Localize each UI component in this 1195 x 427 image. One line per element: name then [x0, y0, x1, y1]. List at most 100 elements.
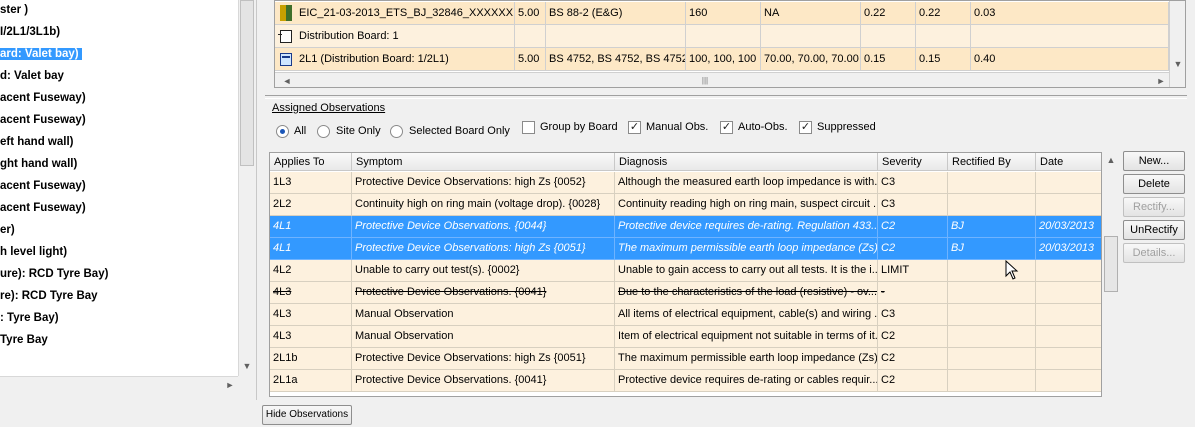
tree-item[interactable]: er) — [0, 221, 15, 239]
suppressed-label[interactable]: Suppressed — [817, 121, 876, 133]
group-by-board-label[interactable]: Group by Board — [540, 121, 618, 133]
observation-row[interactable]: 4L3 Manual Observation All items of electr… — [270, 304, 1101, 326]
manual-obs-label[interactable]: Manual Obs. — [646, 121, 708, 133]
observation-applies-cell: 4L1 — [270, 238, 352, 260]
scroll-down-arrow-icon[interactable]: ▼ — [239, 358, 255, 374]
column-header-diagnosis[interactable]: Diagnosis — [615, 153, 878, 171]
observation-symptom-cell: Protective Device Observations: high Zs … — [352, 348, 615, 370]
observation-applies-cell: 2L2 — [270, 194, 352, 216]
tree-item[interactable]: ght hand wall) — [0, 155, 77, 173]
column-header-severity[interactable]: Severity — [878, 153, 948, 171]
tree-item[interactable]: d: Valet bay — [0, 67, 64, 85]
tree-horizontal-scrollbar[interactable]: ► — [0, 376, 238, 393]
panel-splitter[interactable] — [256, 0, 264, 400]
circuit-value-cell: 5.00 — [515, 2, 546, 24]
tree-vertical-scrollbar[interactable]: ▼ — [238, 0, 255, 376]
circuit-tree[interactable]: ster ) I/2L1/3L1b) ard: Valet bay) d: Valet… — [0, 0, 238, 376]
circuit-value-cell: BS 4752, BS 4752, BS 4752 — [546, 48, 686, 70]
scroll-right-arrow-icon[interactable]: ► — [222, 377, 238, 393]
scroll-up-arrow-icon[interactable]: ▲ — [1103, 152, 1119, 168]
observation-row[interactable]: 2L1b Protective Device Observations: high… — [270, 348, 1101, 370]
observations-scroll-thumb[interactable] — [1104, 236, 1118, 292]
column-header-date[interactable]: Date — [1036, 153, 1101, 171]
filter-all-label[interactable]: All — [294, 125, 306, 137]
group-by-board-checkbox[interactable] — [522, 121, 535, 134]
scroll-left-arrow-icon[interactable]: ◄ — [279, 73, 295, 87]
auto-obs-label[interactable]: Auto-Obs. — [738, 121, 788, 133]
observation-severity-cell: C3 — [878, 304, 948, 326]
delete-observation-button[interactable]: Delete — [1123, 174, 1185, 194]
observation-date-cell: 20/03/2013 — [1036, 216, 1101, 238]
observation-date-cell — [1036, 326, 1101, 348]
details-button[interactable]: Details... — [1123, 243, 1185, 263]
observation-symptom-cell: Continuity high on ring main (voltage dr… — [352, 194, 615, 216]
tree-item[interactable]: ure): RCD Tyre Bay) — [0, 265, 108, 283]
tree-item-label: d: Valet bay — [0, 70, 64, 82]
tree-item[interactable]: acent Fuseway) — [0, 111, 86, 129]
observation-row[interactable]: 4L3 Protective Device Observations. {0041… — [270, 282, 1101, 304]
tree-item[interactable]: Tyre Bay — [0, 331, 48, 349]
observation-severity-cell: C2 — [878, 370, 948, 392]
grip-icon[interactable]: ||| — [695, 76, 715, 85]
column-header-symptom[interactable]: Symptom — [352, 153, 615, 171]
auto-obs-checkbox[interactable]: ✓ — [720, 121, 733, 134]
tree-item[interactable]: acent Fuseway) — [0, 177, 86, 195]
observations-vertical-scrollbar[interactable]: ▲ — [1103, 152, 1120, 397]
filter-site-only-radio[interactable] — [317, 125, 330, 138]
new-observation-button[interactable]: New... — [1123, 151, 1185, 171]
observation-applies-cell: 4L3 — [270, 282, 352, 304]
observation-severity-cell: - — [878, 282, 948, 304]
rectify-button[interactable]: Rectify... — [1123, 197, 1185, 217]
observation-row[interactable]: 4L1 Protective Device Observations. {0044… — [270, 216, 1101, 238]
tree-item[interactable]: I/2L1/3L1b) — [0, 23, 60, 41]
tree-item[interactable]: h level light) — [0, 243, 67, 261]
column-header-rectified-by[interactable]: Rectified By — [948, 153, 1036, 171]
tree-item-label: ure): RCD Tyre Bay) — [0, 268, 109, 280]
tree-item[interactable]: acent Fuseway) — [0, 89, 86, 107]
circuit-row[interactable]: Distribution Board: 1 — [275, 25, 1169, 48]
unrectify-button[interactable]: UnRectify — [1123, 220, 1185, 240]
circuit-value-cell — [686, 25, 761, 47]
suppressed-checkbox[interactable]: ✓ — [799, 121, 812, 134]
observation-row[interactable]: 2L2 Continuity high on ring main (voltage… — [270, 194, 1101, 216]
observation-date-cell — [1036, 304, 1101, 326]
observations-grid[interactable]: Applies To Symptom Diagnosis Severity Re… — [269, 152, 1102, 397]
circuit-value-cell — [971, 25, 1169, 47]
circuit-row[interactable]: 2L1 (Distribution Board: 1/2L1) 5.00 BS 47… — [275, 48, 1169, 71]
manual-obs-checkbox[interactable]: ✓ — [628, 121, 641, 134]
tree-item-label: er) — [0, 224, 15, 236]
tree-item[interactable]: eft hand wall) — [0, 133, 73, 151]
observation-row[interactable]: 4L2 Unable to carry out test(s). {0002} Un… — [270, 260, 1101, 282]
filter-site-only-label[interactable]: Site Only — [336, 125, 381, 137]
filter-selected-board-radio[interactable] — [390, 125, 403, 138]
observation-rectified-cell: BJ — [948, 238, 1036, 260]
tree-item[interactable]: ster ) — [0, 1, 28, 19]
scroll-down-arrow-icon[interactable]: ▼ — [1170, 56, 1185, 72]
observation-rectified-cell — [948, 326, 1036, 348]
grid-horizontal-scrollbar[interactable]: ◄ ||| ► — [275, 72, 1169, 87]
hide-observations-button[interactable]: Hide Observations — [262, 405, 352, 425]
observation-symptom-cell: Manual Observation — [352, 326, 615, 348]
column-header-applies-to[interactable]: Applies To — [270, 153, 352, 171]
tree-item-label: Tyre Bay — [0, 334, 48, 346]
filter-selected-board-label[interactable]: Selected Board Only — [409, 125, 510, 137]
observation-row[interactable]: 2L1a Protective Device Observations. {004… — [270, 370, 1101, 392]
horizontal-divider — [265, 95, 1187, 99]
observation-row[interactable]: 1L3 Protective Device Observations: high … — [270, 172, 1101, 194]
observation-row[interactable]: 4L3 Manual Observation Item of electrical … — [270, 326, 1101, 348]
observation-diagnosis-cell: Protective device requires de-rating. Re… — [615, 216, 878, 238]
observation-row[interactable]: 4L1 Protective Device Observations: high … — [270, 238, 1101, 260]
circuit-value-cell: 0.15 — [861, 48, 916, 70]
circuit-grid[interactable]: EIC_21-03-2013_ETS_BJ_32846_XXXXXX 5.00 BS… — [274, 0, 1186, 88]
grid-vertical-scrollbar[interactable]: ▼ — [1169, 1, 1185, 87]
tree-item[interactable]: re): RCD Tyre Bay — [0, 287, 98, 305]
tree-item[interactable]: ard: Valet bay) — [0, 45, 82, 63]
tree-scroll-thumb[interactable] — [240, 0, 254, 166]
filter-all-radio[interactable] — [276, 125, 289, 138]
observation-severity-cell: C3 — [878, 194, 948, 216]
tree-item[interactable]: acent Fuseway) — [0, 199, 86, 217]
tree-item[interactable]: : Tyre Bay) — [0, 309, 59, 327]
observation-symptom-cell: Manual Observation — [352, 304, 615, 326]
scroll-right-arrow-icon[interactable]: ► — [1153, 73, 1169, 87]
circuit-row[interactable]: EIC_21-03-2013_ETS_BJ_32846_XXXXXX 5.00 BS… — [275, 2, 1169, 25]
